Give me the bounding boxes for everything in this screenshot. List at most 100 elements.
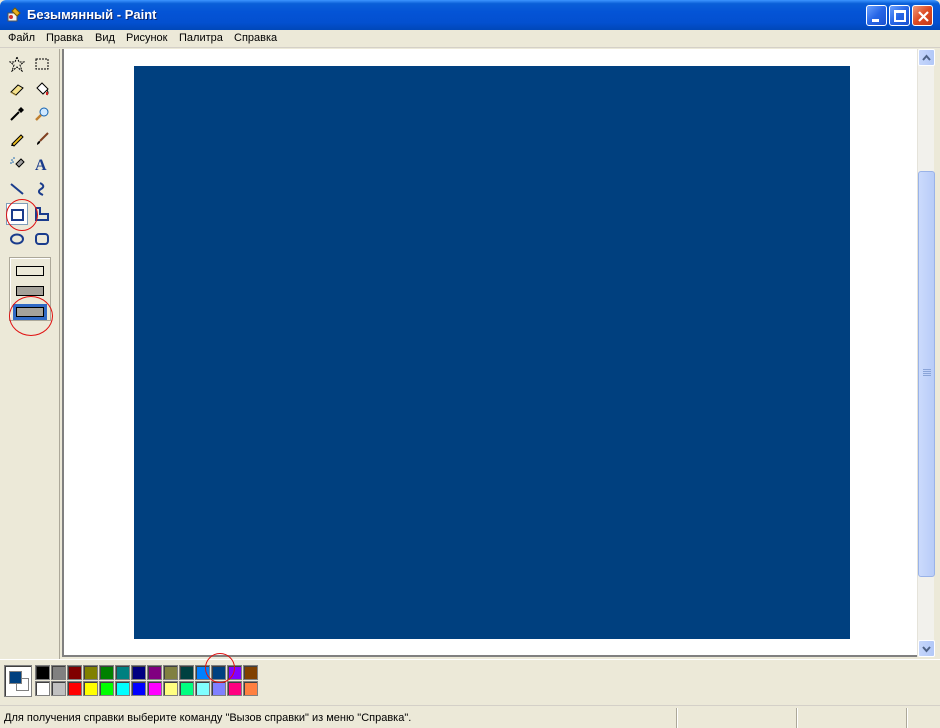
- line-icon: [10, 183, 24, 195]
- tool-ellipse[interactable]: [6, 228, 28, 250]
- tool-pencil[interactable]: [6, 128, 28, 150]
- menu-help[interactable]: Справка: [234, 32, 277, 44]
- tool-color-picker[interactable]: [6, 103, 28, 125]
- polygon-icon: [35, 207, 49, 221]
- fill-option-fill-only[interactable]: [13, 304, 47, 320]
- palette-swatch[interactable]: [99, 681, 114, 696]
- palette-swatch[interactable]: [131, 681, 146, 696]
- drawing-canvas[interactable]: [64, 49, 917, 655]
- tool-eraser[interactable]: [6, 78, 28, 100]
- brush-icon: [37, 132, 49, 145]
- title-bar[interactable]: Безымянный - Paint: [0, 0, 940, 30]
- status-bar: Для получения справки выберите команду "…: [0, 705, 940, 728]
- menu-colors[interactable]: Палитра: [179, 32, 223, 44]
- palette-swatch[interactable]: [195, 681, 210, 696]
- scroll-thumb[interactable]: [918, 171, 935, 577]
- curve-icon: [37, 182, 45, 196]
- palette-swatch[interactable]: [35, 665, 50, 680]
- tool-airbrush[interactable]: [6, 153, 28, 175]
- scroll-down-button[interactable]: [918, 640, 935, 657]
- palette-swatch[interactable]: [67, 681, 82, 696]
- palette-swatch[interactable]: [163, 665, 178, 680]
- palette-swatch[interactable]: [227, 681, 242, 696]
- tool-text[interactable]: A: [31, 153, 53, 175]
- text-icon: A: [35, 157, 47, 172]
- palette-swatch[interactable]: [51, 665, 66, 680]
- chevron-down-icon: [922, 646, 931, 653]
- palette-swatch[interactable]: [211, 681, 226, 696]
- palette-swatch[interactable]: [83, 681, 98, 696]
- rectangle-icon: [11, 209, 24, 221]
- chevron-up-icon: [922, 54, 931, 61]
- status-help-text: Для получения справки выберите команду "…: [4, 712, 412, 724]
- pencil-icon: [11, 134, 24, 147]
- tool-line[interactable]: [6, 178, 28, 200]
- tool-rounded-rect[interactable]: [31, 228, 53, 250]
- minimize-button[interactable]: [866, 5, 887, 26]
- eraser-icon: [10, 84, 24, 96]
- fill-bucket-icon: [36, 82, 49, 96]
- palette-swatch[interactable]: [179, 681, 194, 696]
- palette-swatch[interactable]: [147, 665, 162, 680]
- tool-rect-select[interactable]: [31, 53, 53, 75]
- maximize-icon: [894, 10, 906, 22]
- window-title: Безымянный - Paint: [27, 7, 157, 22]
- scroll-up-button[interactable]: [918, 49, 935, 66]
- paint-window: Безымянный - Paint Файл Правка Вид Рисун…: [0, 0, 940, 728]
- toolbox: A: [0, 49, 60, 659]
- tool-brush[interactable]: [31, 128, 53, 150]
- menu-view[interactable]: Вид: [95, 32, 115, 44]
- palette-swatch[interactable]: [179, 665, 194, 680]
- minimize-icon: [872, 19, 879, 22]
- status-pane-coords: [676, 708, 796, 728]
- close-icon: [918, 11, 929, 22]
- tool-curve[interactable]: [31, 178, 53, 200]
- current-colors-box: [4, 665, 32, 697]
- close-button[interactable]: [912, 5, 933, 26]
- status-resize-grip[interactable]: [906, 708, 940, 728]
- airbrush-icon: [10, 157, 25, 168]
- free-form-select-icon: [9, 56, 25, 72]
- palette-swatch[interactable]: [115, 665, 130, 680]
- palette-swatch[interactable]: [243, 665, 258, 680]
- foreground-color: [9, 671, 22, 684]
- palette-swatch[interactable]: [51, 681, 66, 696]
- fill-option-outline-fill[interactable]: [16, 286, 44, 296]
- menu-file[interactable]: Файл: [8, 32, 35, 44]
- palette-swatch[interactable]: [67, 665, 82, 680]
- palette-swatch[interactable]: [227, 665, 242, 680]
- vertical-scrollbar[interactable]: [917, 49, 935, 657]
- menu-bar: Файл Правка Вид Рисунок Палитра Справка: [0, 30, 940, 48]
- drawn-filled-rectangle: [134, 66, 850, 639]
- svg-text:A: A: [35, 157, 47, 172]
- palette-swatch[interactable]: [131, 665, 146, 680]
- menu-image[interactable]: Рисунок: [126, 32, 168, 44]
- maximize-button[interactable]: [889, 5, 910, 26]
- tool-magnifier[interactable]: [31, 103, 53, 125]
- tool-fill-bucket[interactable]: [31, 78, 53, 100]
- fill-option-outline[interactable]: [16, 266, 44, 276]
- menu-edit[interactable]: Правка: [46, 32, 83, 44]
- rect-select-icon: [35, 58, 49, 70]
- color-palette: [0, 659, 940, 704]
- palette-swatch[interactable]: [243, 681, 258, 696]
- status-pane-size: [796, 708, 906, 728]
- palette-swatch[interactable]: [163, 681, 178, 696]
- tool-rectangle[interactable]: [6, 203, 28, 225]
- color-picker-icon: [10, 107, 24, 121]
- rounded-rect-icon: [35, 233, 49, 245]
- fill-style-options: [9, 257, 51, 321]
- tool-polygon[interactable]: [31, 203, 53, 225]
- tool-free-form-select[interactable]: [6, 53, 28, 75]
- ellipse-icon: [10, 233, 24, 245]
- canvas-area: [62, 49, 917, 657]
- paint-app-icon[interactable]: [6, 7, 22, 23]
- palette-swatch[interactable]: [115, 681, 130, 696]
- magnifier-icon: [35, 107, 49, 121]
- palette-swatch[interactable]: [147, 681, 162, 696]
- palette-swatch[interactable]: [211, 665, 226, 680]
- palette-swatch[interactable]: [99, 665, 114, 680]
- palette-swatch[interactable]: [195, 665, 210, 680]
- palette-swatch[interactable]: [35, 681, 50, 696]
- palette-swatch[interactable]: [83, 665, 98, 680]
